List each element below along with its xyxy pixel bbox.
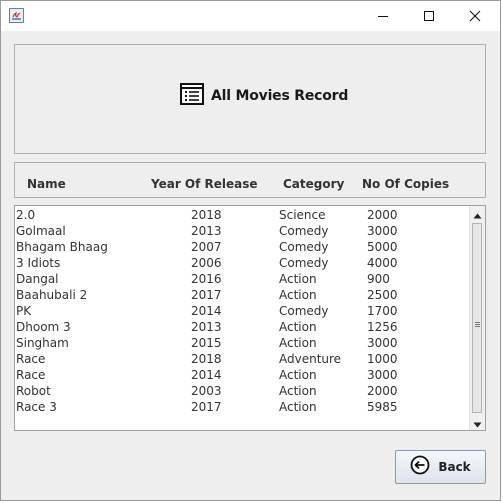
page-title: All Movies Record	[211, 88, 349, 104]
back-button-label: Back	[438, 460, 471, 474]
cell-category: Action	[279, 272, 317, 286]
list-item[interactable]: Dangal 2016 Action 900	[15, 271, 470, 287]
list-item[interactable]: Baahubali 2 2017 Action 2500	[15, 287, 470, 303]
back-arrow-circle-icon	[410, 455, 430, 479]
cell-year: 2013	[191, 320, 222, 334]
cell-copies: 3000	[367, 336, 398, 350]
list-item[interactable]: 2.0 2018 Science 2000	[15, 207, 470, 223]
cell-copies: 3000	[367, 368, 398, 382]
cell-year: 2007	[191, 240, 222, 254]
records-rows: 2.0 2018 Science 2000 Golmaal 2013 Comedy 3000 B…	[15, 207, 470, 415]
java-app-icon	[9, 8, 24, 23]
grip-icon	[475, 312, 480, 327]
scroll-thumb[interactable]	[472, 223, 482, 413]
column-header-year: Year Of Release	[151, 177, 258, 191]
close-icon	[469, 7, 481, 26]
header-content: All Movies Record	[180, 83, 348, 109]
cell-name: Singham	[16, 336, 69, 350]
list-item[interactable]: PK 2014 Comedy 1700	[15, 303, 470, 319]
cell-year: 2016	[191, 272, 222, 286]
vertical-scrollbar[interactable]	[469, 206, 485, 430]
list-item[interactable]: Golmaal 2013 Comedy 3000	[15, 223, 470, 239]
cell-copies: 5000	[367, 240, 398, 254]
cell-category: Comedy	[279, 224, 329, 238]
cell-category: Action	[279, 336, 317, 350]
cell-category: Adventure	[279, 352, 342, 366]
cell-category: Comedy	[279, 240, 329, 254]
title-bar	[1, 1, 500, 31]
list-item[interactable]: 3 Idiots 2006 Comedy 4000	[15, 255, 470, 271]
cell-year: 2018	[191, 352, 222, 366]
column-header-copies: No Of Copies	[362, 177, 450, 191]
minimize-icon	[377, 7, 389, 26]
arrow-up-icon	[473, 204, 482, 223]
header-panel: All Movies Record	[14, 44, 486, 154]
maximize-button[interactable]	[406, 1, 452, 31]
cell-name: PK	[16, 304, 32, 318]
minimize-button[interactable]	[360, 1, 406, 31]
cell-year: 2015	[191, 336, 222, 350]
list-item[interactable]: Dhoom 3 2013 Action 1256	[15, 319, 470, 335]
cell-copies: 900	[367, 272, 390, 286]
scroll-down-button[interactable]	[470, 415, 485, 430]
cell-name: 2.0	[16, 208, 36, 222]
cell-year: 2003	[191, 384, 222, 398]
cell-copies: 5985	[367, 400, 398, 414]
cell-copies: 2500	[367, 288, 398, 302]
cell-category: Action	[279, 384, 317, 398]
cell-copies: 1256	[367, 320, 398, 334]
list-item[interactable]: Bhagam Bhaag 2007 Comedy 5000	[15, 239, 470, 255]
cell-year: 2013	[191, 224, 222, 238]
list-document-icon	[180, 83, 204, 109]
column-header-panel: Name Year Of Release Category No Of Copi…	[14, 162, 486, 198]
column-header-name: Name	[27, 177, 66, 191]
cell-year: 2017	[191, 400, 222, 414]
app-window: All Movies Record Name Year Of Release C…	[0, 0, 501, 501]
cell-name: Bhagam Bhaag	[16, 240, 108, 254]
scroll-up-button[interactable]	[470, 206, 485, 221]
cell-copies: 1000	[367, 352, 398, 366]
movie-records-list[interactable]: 2.0 2018 Science 2000 Golmaal 2013 Comedy 3000 B…	[14, 205, 486, 431]
list-item[interactable]: Race 3 2017 Action 5985	[15, 399, 470, 415]
cell-copies: 1700	[367, 304, 398, 318]
column-header-category: Category	[283, 177, 345, 191]
cell-name: Baahubali 2	[16, 288, 88, 302]
cell-year: 2014	[191, 304, 222, 318]
maximize-icon	[423, 7, 435, 26]
cell-copies: 2000	[367, 384, 398, 398]
cell-year: 2014	[191, 368, 222, 382]
cell-category: Action	[279, 320, 317, 334]
cell-name: Race	[16, 352, 46, 366]
cell-name: Robot	[16, 384, 51, 398]
cell-name: 3 Idiots	[16, 256, 61, 270]
cell-year: 2018	[191, 208, 222, 222]
list-item[interactable]: Robot 2003 Action 2000	[15, 383, 470, 399]
cell-category: Science	[279, 208, 326, 222]
cell-category: Comedy	[279, 304, 329, 318]
cell-category: Action	[279, 368, 317, 382]
back-button[interactable]: Back	[395, 450, 486, 484]
close-button[interactable]	[452, 1, 498, 31]
cell-year: 2006	[191, 256, 222, 270]
list-item[interactable]: Race 2018 Adventure 1000	[15, 351, 470, 367]
cell-copies: 4000	[367, 256, 398, 270]
cell-name: Dangal	[16, 272, 59, 286]
cell-copies: 3000	[367, 224, 398, 238]
cell-category: Action	[279, 288, 317, 302]
list-item[interactable]: Race 2014 Action 3000	[15, 367, 470, 383]
list-item[interactable]: Singham 2015 Action 3000	[15, 335, 470, 351]
cell-name: Dhoom 3	[16, 320, 71, 334]
cell-name: Race	[16, 368, 46, 382]
cell-copies: 2000	[367, 208, 398, 222]
cell-category: Comedy	[279, 256, 329, 270]
cell-name: Race 3	[16, 400, 57, 414]
cell-category: Action	[279, 400, 317, 414]
cell-name: Golmaal	[16, 224, 66, 238]
cell-year: 2017	[191, 288, 222, 302]
arrow-down-icon	[473, 413, 482, 432]
